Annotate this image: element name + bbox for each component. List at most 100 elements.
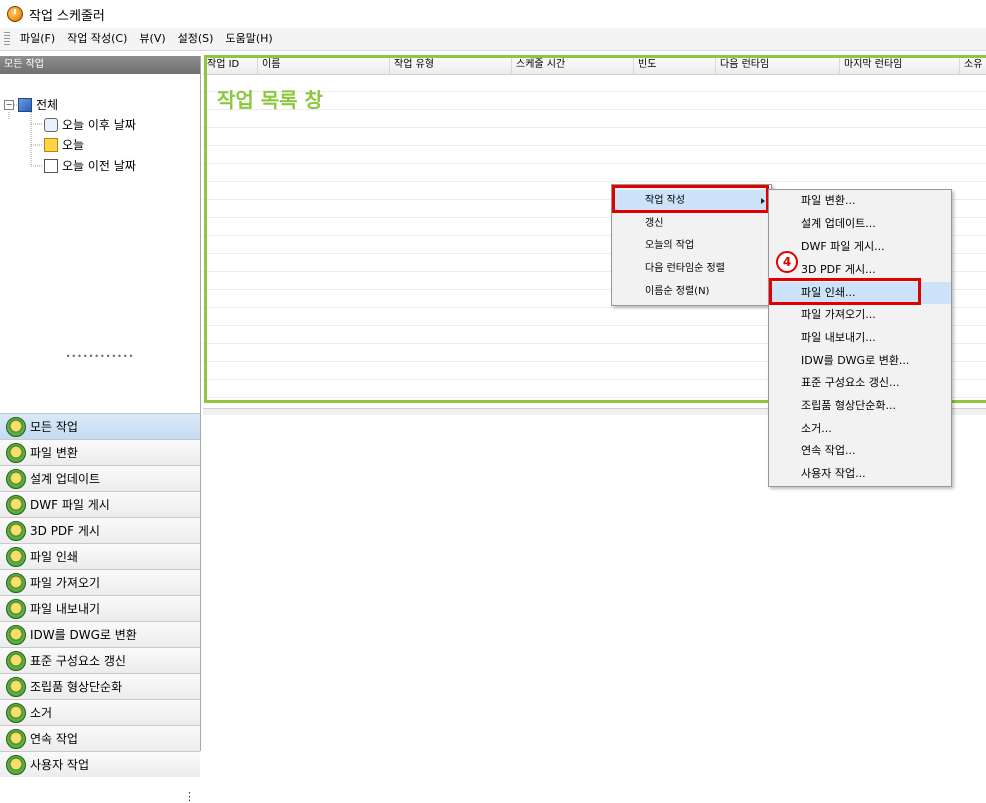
sub-idw-to-dwg[interactable]: IDW를 DWG로 변환... (769, 350, 951, 372)
task-clock-icon (6, 416, 26, 437)
task-type-label: 3D PDF 게시 (30, 524, 100, 538)
task-clock-icon (6, 442, 26, 463)
task-type-sequential[interactable]: 연속 작업 (0, 725, 200, 751)
task-type-dwf-publish[interactable]: DWF 파일 게시 (0, 491, 200, 517)
task-type-all[interactable]: 모든 작업 (0, 413, 200, 439)
window-title: 작업 스케줄러 (29, 8, 105, 24)
menu-bar: 파일(F) 작업 작성(C) 뷰(V) 설정(S) 도움말(H) (0, 28, 986, 51)
task-clock-icon (6, 702, 26, 723)
left-panel: 모든 작업 − 전체 오늘 이후 날짜 오늘 오늘 이전 날짜 ••••••••… (0, 56, 201, 803)
ctx-create-task[interactable]: 작업 작성 (612, 190, 771, 212)
collapse-icon[interactable]: − (4, 100, 14, 110)
sub-simplify[interactable]: 조립품 형상단순화... (769, 395, 951, 417)
menu-help[interactable]: 도움말(H) (219, 28, 278, 50)
calendar-past-icon (44, 159, 58, 173)
sub-export[interactable]: 파일 내보내기... (769, 327, 951, 349)
task-type-export[interactable]: 파일 내보내기 (0, 595, 200, 621)
step-number-badge: 4 (776, 251, 798, 273)
left-panel-header: 모든 작업 (0, 56, 200, 74)
task-type-label: 연속 작업 (30, 732, 78, 746)
column-next-runtime[interactable]: 다음 런타임 (716, 56, 840, 74)
task-list-header: 작업 ID 이름 작업 유형 스케줄 시간 빈도 다음 런타임 마지막 런타임 … (203, 56, 986, 75)
column-frequency[interactable]: 빈도 (634, 56, 716, 74)
date-tree: − 전체 오늘 이후 날짜 오늘 오늘 이전 날짜 (0, 74, 200, 354)
task-type-simplify[interactable]: 조립품 형상단순화 (0, 673, 200, 699)
menu-file[interactable]: 파일(F) (14, 28, 61, 50)
task-type-3dpdf-publish[interactable]: 3D PDF 게시 (0, 517, 200, 543)
calendar-today-icon (44, 138, 58, 152)
task-type-purge[interactable]: 소거 (0, 699, 200, 725)
task-clock-icon (6, 520, 26, 541)
sub-purge[interactable]: 소거... (769, 418, 951, 440)
tree-item-label: 오늘 이후 날짜 (62, 118, 136, 132)
column-name[interactable]: 이름 (258, 56, 390, 74)
calendar-future-icon (44, 118, 58, 132)
task-clock-icon (6, 676, 26, 697)
task-type-label: 설계 업데이트 (30, 472, 101, 486)
task-type-label: 모든 작업 (30, 420, 78, 434)
column-owner[interactable]: 소유 (960, 56, 986, 74)
title-bar: 작업 스케줄러 (0, 0, 986, 29)
pane-splitter-grip[interactable]: •••••••••••• (0, 352, 200, 361)
sub-import[interactable]: 파일 가져오기... (769, 304, 951, 326)
sub-custom[interactable]: 사용자 작업... (769, 463, 951, 485)
menu-settings[interactable]: 설정(S) (172, 28, 220, 50)
tree-item-future[interactable]: 오늘 이후 날짜 (44, 116, 136, 134)
task-clock-icon (6, 728, 26, 749)
task-type-custom[interactable]: 사용자 작업 (0, 751, 200, 777)
tree-item-label: 전체 (36, 98, 59, 112)
collapse-arrow-icon[interactable]: ⋮ (184, 790, 195, 803)
sub-dwf-publish[interactable]: DWF 파일 게시... (769, 236, 951, 258)
task-clock-icon (6, 494, 26, 515)
sub-print[interactable]: 파일 인쇄... (769, 282, 951, 304)
column-task-id[interactable]: 작업 ID (203, 56, 258, 74)
task-clock-icon (6, 572, 26, 593)
submenu-arrow-icon (761, 198, 765, 204)
sub-sequential[interactable]: 연속 작업... (769, 440, 951, 462)
task-clock-icon (6, 546, 26, 567)
ctx-refresh[interactable]: 갱신 (612, 213, 771, 235)
task-type-label: 파일 변환 (30, 446, 78, 460)
context-menu: 작업 작성 갱신 오늘의 작업 다음 런타임순 정렬 이름순 정렬(N) (611, 184, 772, 306)
column-schedule-time[interactable]: 스케줄 시간 (512, 56, 634, 74)
task-type-label: 파일 가져오기 (30, 576, 101, 590)
column-task-type[interactable]: 작업 유형 (390, 56, 512, 74)
tree-item-today[interactable]: 오늘 (44, 136, 84, 154)
toolbar-grip-icon (4, 32, 10, 46)
create-task-submenu: 파일 변환... 설계 업데이트... DWF 파일 게시... 3D PDF … (768, 189, 952, 487)
task-type-idw-to-dwg[interactable]: IDW를 DWG로 변환 (0, 621, 200, 647)
tree-item-label: 오늘 이전 날짜 (62, 159, 136, 173)
task-clock-icon (6, 624, 26, 645)
folder-all-icon (18, 98, 32, 112)
task-type-print[interactable]: 파일 인쇄 (0, 543, 200, 569)
task-type-label: DWF 파일 게시 (30, 498, 110, 512)
ctx-today-tasks[interactable]: 오늘의 작업 (612, 235, 771, 257)
sub-design-update[interactable]: 설계 업데이트... (769, 213, 951, 235)
tree-item-past[interactable]: 오늘 이전 날짜 (44, 157, 136, 175)
task-type-convert[interactable]: 파일 변환 (0, 439, 200, 465)
task-list-annotation-label: 작업 목록 창 (217, 88, 323, 112)
task-type-design-update[interactable]: 설계 업데이트 (0, 465, 200, 491)
task-clock-icon (6, 468, 26, 489)
menu-create-task[interactable]: 작업 작성(C) (61, 28, 133, 50)
sub-refresh-standard[interactable]: 표준 구성요소 갱신... (769, 372, 951, 394)
task-type-label: 표준 구성요소 갱신 (30, 654, 126, 668)
task-type-label: 소거 (30, 706, 53, 720)
ctx-item-label: 작업 작성 (645, 195, 685, 206)
tree-item-label: 오늘 (62, 138, 85, 152)
ctx-sort-name[interactable]: 이름순 정렬(N) (612, 281, 771, 303)
column-last-runtime[interactable]: 마지막 런타임 (840, 56, 960, 74)
task-type-list: 모든 작업 파일 변환 설계 업데이트 DWF 파일 게시 3D PDF 게시 … (0, 413, 200, 777)
task-clock-icon (6, 650, 26, 671)
task-type-import[interactable]: 파일 가져오기 (0, 569, 200, 595)
sub-convert[interactable]: 파일 변환... (769, 190, 951, 212)
tree-item-all[interactable]: − 전체 (4, 96, 58, 114)
task-type-label: 조립품 형상단순화 (30, 680, 123, 694)
task-clock-icon (6, 598, 26, 619)
task-type-refresh-standard[interactable]: 표준 구성요소 갱신 (0, 647, 200, 673)
task-type-label: IDW를 DWG로 변환 (30, 628, 137, 642)
task-type-label: 사용자 작업 (30, 758, 90, 772)
ctx-sort-next-runtime[interactable]: 다음 런타임순 정렬 (612, 258, 771, 280)
menu-view[interactable]: 뷰(V) (133, 28, 171, 50)
task-clock-icon (6, 754, 26, 775)
